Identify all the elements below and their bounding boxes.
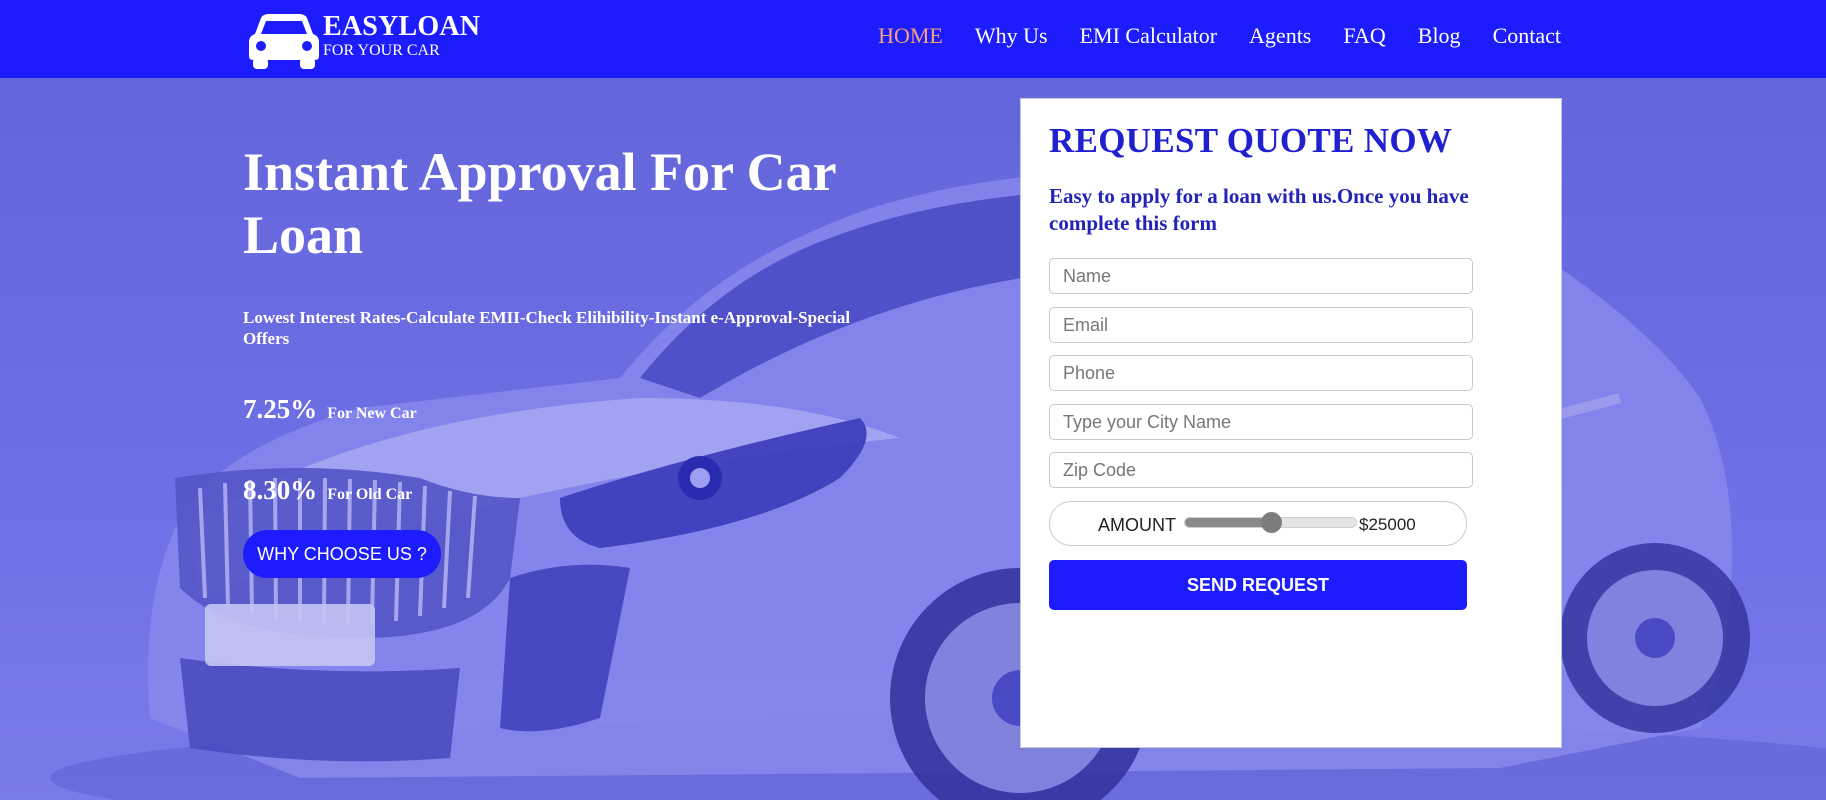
amount-label: AMOUNT — [1098, 515, 1176, 535]
form-description: Easy to apply for a loan with us.Once yo… — [1049, 184, 1469, 235]
nav-blog[interactable]: Blog — [1418, 22, 1461, 50]
rate-old-car: 8.30% For Old Car — [243, 475, 863, 506]
zip-code-field[interactable] — [1049, 452, 1473, 488]
why-choose-us-button[interactable]: WHY CHOOSE US ? — [243, 530, 441, 578]
name-field[interactable] — [1049, 258, 1473, 294]
hero-subtitle: Lowest Interest Rates-Calculate EMII-Che… — [243, 308, 851, 348]
amount-slider-fill — [1185, 518, 1271, 527]
rate-label: For Old Car — [327, 486, 413, 503]
brand-name: EASYLOAN — [323, 11, 481, 42]
hero-content: Instant Approval For Car Loan Lowest Int… — [243, 141, 863, 506]
hero-title: Instant Approval For Car Loan — [243, 142, 836, 265]
amount-slider-thumb[interactable] — [1260, 512, 1282, 533]
quote-form-card: REQUEST QUOTE NOW Easy to apply for a lo… — [1020, 98, 1562, 748]
rate-label: For New Car — [327, 405, 417, 422]
amount-slider[interactable] — [1184, 512, 1357, 533]
rate-value: 8.30% — [243, 475, 318, 505]
nav-contact[interactable]: Contact — [1493, 22, 1561, 50]
phone-field[interactable] — [1049, 355, 1473, 391]
amount-control: AMOUNT $25000 — [1049, 501, 1467, 546]
car-icon — [249, 14, 319, 69]
amount-value: $25000 — [1359, 515, 1416, 534]
rate-new-car: 7.25% For New Car — [243, 394, 863, 425]
email-field[interactable] — [1049, 307, 1473, 343]
nav-faq[interactable]: FAQ — [1343, 22, 1385, 50]
nav-agents[interactable]: Agents — [1249, 22, 1311, 50]
city-field[interactable] — [1049, 404, 1473, 440]
nav-emi-calculator[interactable]: EMI Calculator — [1080, 22, 1217, 50]
brand-tagline: FOR YOUR CAR — [323, 42, 440, 59]
nav-why-us[interactable]: Why Us — [975, 22, 1048, 50]
brand-logo[interactable]: EASYLOAN FOR YOUR CAR — [247, 12, 480, 70]
nav-home[interactable]: HOME — [878, 22, 943, 50]
form-title: REQUEST QUOTE NOW — [1049, 121, 1453, 160]
send-request-button[interactable]: SEND REQUEST — [1049, 560, 1467, 610]
rate-value: 7.25% — [243, 394, 318, 424]
main-nav: HOME Why Us EMI Calculator Agents FAQ Bl… — [878, 22, 1561, 50]
site-header: EASYLOAN FOR YOUR CAR HOME Why Us EMI Ca… — [0, 0, 1826, 78]
